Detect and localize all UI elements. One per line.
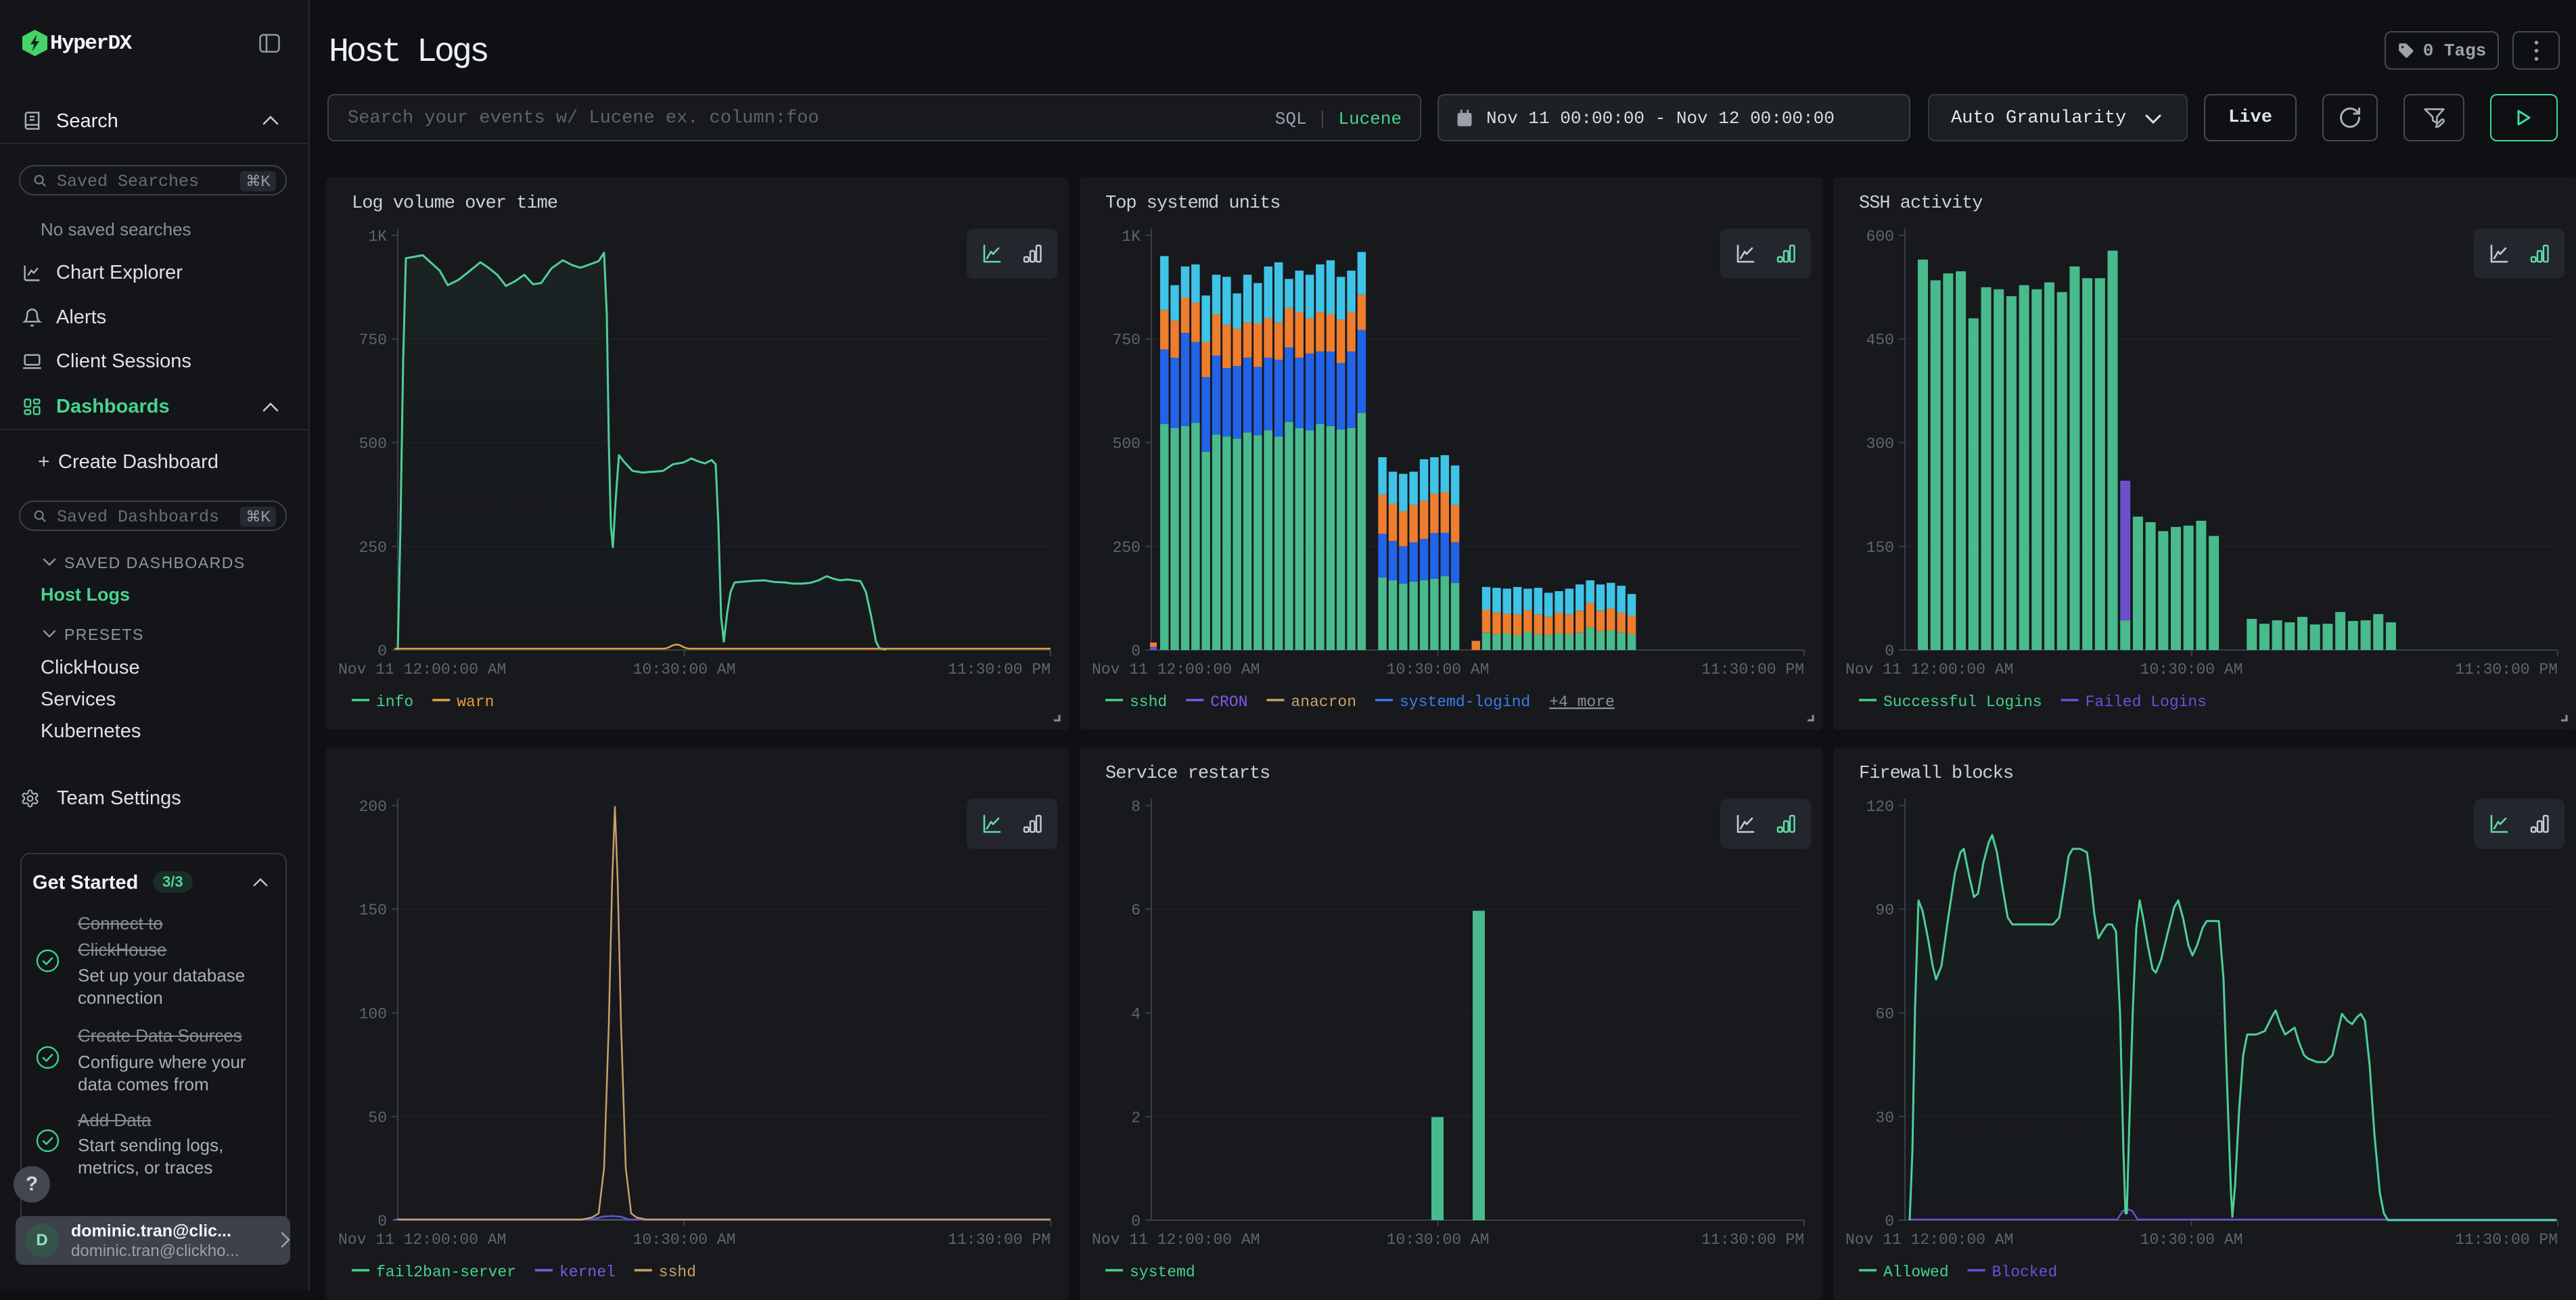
svg-text:Nov 11 12:00:00 AM: Nov 11 12:00:00 AM bbox=[1845, 1231, 2013, 1249]
svg-text:1K: 1K bbox=[368, 228, 387, 246]
svg-text:8: 8 bbox=[1131, 798, 1141, 816]
svg-text:0: 0 bbox=[1885, 1213, 1894, 1230]
svg-text:10:30:00 AM: 10:30:00 AM bbox=[1387, 661, 1490, 678]
svg-text:sshd: sshd bbox=[659, 1263, 696, 1281]
svg-text:Nov 11 12:00:00 AM: Nov 11 12:00:00 AM bbox=[338, 1231, 506, 1249]
svg-text:0: 0 bbox=[1131, 1213, 1141, 1230]
svg-text:Allowed: Allowed bbox=[1883, 1263, 1949, 1281]
svg-text:10:30:00 AM: 10:30:00 AM bbox=[2140, 1231, 2243, 1249]
svg-text:info: info bbox=[376, 693, 413, 711]
svg-text:+4 more: +4 more bbox=[1549, 693, 1615, 711]
svg-text:750: 750 bbox=[1113, 331, 1141, 349]
svg-text:10:30:00 AM: 10:30:00 AM bbox=[2140, 661, 2243, 678]
svg-text:250: 250 bbox=[1113, 539, 1141, 557]
svg-text:Nov 11 12:00:00 AM: Nov 11 12:00:00 AM bbox=[1092, 661, 1260, 678]
svg-text:sshd: sshd bbox=[1130, 693, 1167, 711]
svg-text:0: 0 bbox=[377, 1213, 387, 1230]
svg-text:Nov 11 12:00:00 AM: Nov 11 12:00:00 AM bbox=[338, 661, 506, 678]
svg-text:11:30:00 PM: 11:30:00 PM bbox=[948, 661, 1051, 678]
svg-text:0: 0 bbox=[1885, 643, 1894, 660]
svg-text:2: 2 bbox=[1131, 1109, 1141, 1127]
svg-text:30: 30 bbox=[1875, 1109, 1894, 1127]
svg-text:1K: 1K bbox=[1122, 228, 1141, 246]
svg-text:500: 500 bbox=[359, 436, 387, 453]
svg-text:300: 300 bbox=[1866, 436, 1894, 453]
svg-text:600: 600 bbox=[1866, 228, 1894, 246]
svg-text:10:30:00 AM: 10:30:00 AM bbox=[1387, 1231, 1490, 1249]
svg-text:fail2ban-server: fail2ban-server bbox=[376, 1263, 516, 1281]
svg-text:anacron: anacron bbox=[1291, 693, 1356, 711]
svg-text:warn: warn bbox=[457, 693, 494, 711]
svg-text:10:30:00 AM: 10:30:00 AM bbox=[633, 661, 736, 678]
svg-text:150: 150 bbox=[1866, 539, 1894, 557]
svg-text:450: 450 bbox=[1866, 331, 1894, 349]
svg-text:Nov 11 12:00:00 AM: Nov 11 12:00:00 AM bbox=[1092, 1231, 1260, 1249]
svg-text:100: 100 bbox=[359, 1006, 387, 1023]
svg-text:150: 150 bbox=[359, 902, 387, 919]
svg-text:Successful Logins: Successful Logins bbox=[1883, 693, 2042, 711]
svg-text:Blocked: Blocked bbox=[1992, 1263, 2058, 1281]
svg-text:4: 4 bbox=[1131, 1006, 1141, 1023]
svg-text:90: 90 bbox=[1875, 902, 1894, 919]
svg-text:10:30:00 AM: 10:30:00 AM bbox=[633, 1231, 736, 1249]
svg-text:60: 60 bbox=[1875, 1006, 1894, 1023]
svg-text:kernel: kernel bbox=[559, 1263, 616, 1281]
svg-text:systemd-logind: systemd-logind bbox=[1400, 693, 1530, 711]
svg-text:250: 250 bbox=[359, 539, 387, 557]
svg-text:750: 750 bbox=[359, 331, 387, 349]
svg-text:CRON: CRON bbox=[1210, 693, 1247, 711]
svg-text:11:30:00 PM: 11:30:00 PM bbox=[1701, 1231, 1804, 1249]
svg-text:50: 50 bbox=[368, 1109, 387, 1127]
svg-text:11:30:00 PM: 11:30:00 PM bbox=[2455, 661, 2558, 678]
svg-text:200: 200 bbox=[359, 798, 387, 816]
svg-text:120: 120 bbox=[1866, 798, 1894, 816]
svg-text:0: 0 bbox=[377, 643, 387, 660]
svg-text:Failed Logins: Failed Logins bbox=[2086, 693, 2207, 711]
svg-text:Nov 11 12:00:00 AM: Nov 11 12:00:00 AM bbox=[1845, 661, 2013, 678]
svg-text:11:30:00 PM: 11:30:00 PM bbox=[948, 1231, 1051, 1249]
svg-text:11:30:00 PM: 11:30:00 PM bbox=[1701, 661, 1804, 678]
svg-text:0: 0 bbox=[1131, 643, 1141, 660]
svg-text:6: 6 bbox=[1131, 902, 1141, 919]
svg-text:500: 500 bbox=[1113, 436, 1141, 453]
svg-text:systemd: systemd bbox=[1130, 1263, 1195, 1281]
svg-text:11:30:00 PM: 11:30:00 PM bbox=[2455, 1231, 2558, 1249]
